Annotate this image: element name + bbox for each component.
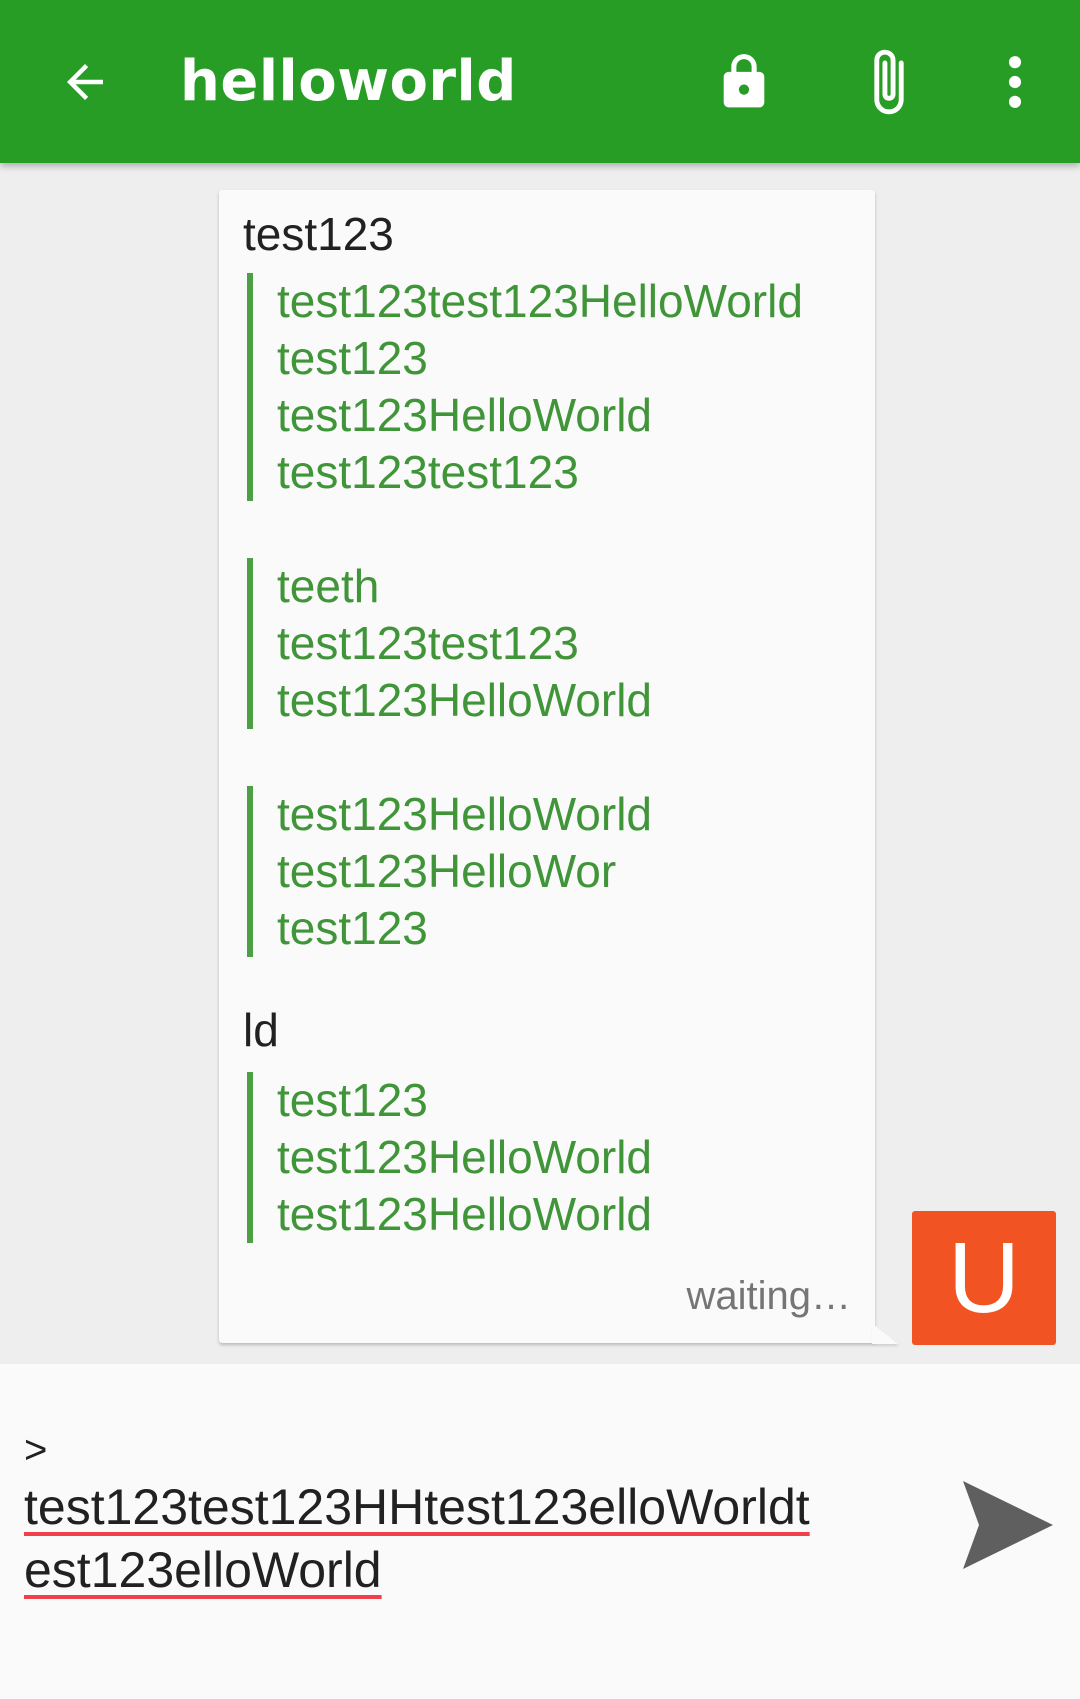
back-button[interactable] (40, 0, 130, 163)
conversation-title: helloworld (180, 49, 517, 114)
overflow-menu-button[interactable] (970, 0, 1060, 163)
message-text: ld (243, 1004, 279, 1056)
send-button[interactable] (952, 1473, 1062, 1577)
quote-line: test123HelloWorld (277, 1188, 653, 1240)
avatar-letter: U (947, 1221, 1021, 1334)
message-status: waiting… (686, 1274, 851, 1318)
send-icon (963, 1481, 1053, 1569)
message-bubble[interactable]: test123 test123test123HelloWorld test123… (219, 190, 875, 1343)
more-vert-icon (1008, 55, 1022, 108)
quote-line: test123 (277, 1074, 428, 1126)
bubble-tail (872, 1323, 898, 1344)
quote-line: test123test123HelloWorld (277, 275, 803, 327)
input-line: test123test123HHtest123elloWorldt (24, 1479, 810, 1535)
quote-line: test123HelloWorld (277, 1131, 653, 1183)
input-line: est123elloWorld (24, 1542, 382, 1598)
encryption-button[interactable] (700, 0, 788, 163)
attach-button[interactable] (845, 0, 933, 163)
quote-block: test123 test123HelloWorld test123HelloWo… (247, 1072, 851, 1243)
quote-prefix: > (24, 1428, 48, 1472)
toolbar: helloworld (0, 0, 1080, 163)
chat-screen: helloworld test123 test123test123HelloWo… (0, 0, 1080, 1699)
quote-line: test123HelloWorld (277, 788, 653, 840)
paperclip-icon (874, 49, 904, 114)
quote-line: test123HelloWorld (277, 389, 653, 441)
quote-line: test123HelloWorld (277, 674, 653, 726)
quote-line: test123test123 (277, 446, 579, 498)
quote-line: teeth (277, 560, 380, 612)
avatar[interactable]: U (912, 1211, 1056, 1345)
arrow-back-icon (67, 63, 103, 100)
quote-line: test123HelloWor (277, 845, 617, 897)
quote-line: test123 (277, 332, 428, 384)
message-input[interactable]: > test123test123HHtest123elloWorldt est1… (24, 1424, 904, 1602)
message-composer: > test123test123HHtest123elloWorldt est1… (0, 1364, 1080, 1699)
quote-line: test123test123 (277, 617, 579, 669)
quote-block: test123HelloWorld test123HelloWor test12… (247, 786, 851, 957)
quote-block: test123test123HelloWorld test123 test123… (247, 273, 851, 501)
quote-line: test123 (277, 902, 428, 954)
quote-block: teeth test123test123 test123HelloWorld (247, 558, 851, 729)
message-text: test123 (243, 208, 394, 260)
lock-icon (723, 53, 765, 107)
